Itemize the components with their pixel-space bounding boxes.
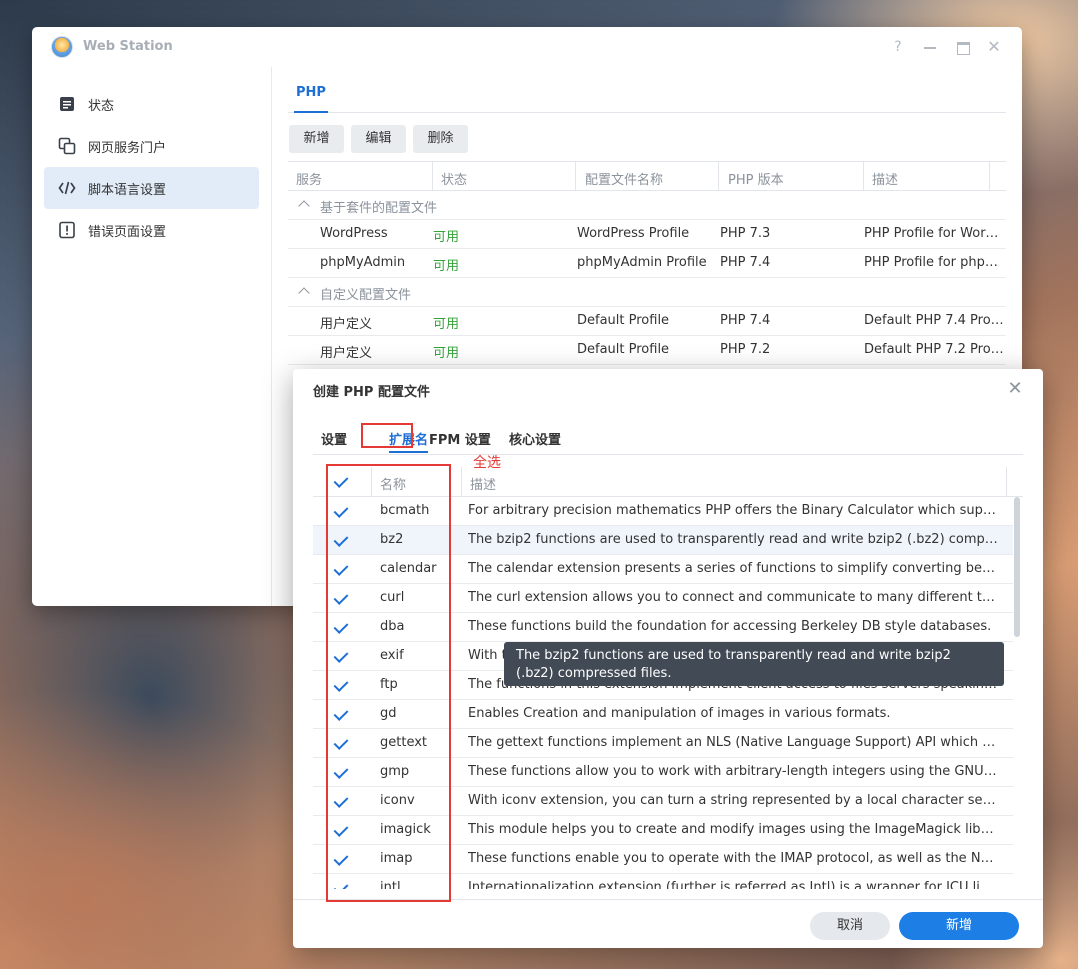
extension-description: Enables Creation and manipulation of ima… — [468, 706, 891, 721]
tab-settings[interactable]: 设置 — [321, 429, 347, 448]
cell-profile-name: phpMyAdmin Profile — [577, 255, 707, 270]
column-header-status[interactable]: 状态 — [441, 169, 467, 188]
sidebar-item-label: 状态 — [88, 99, 115, 114]
extension-description: These functions build the foundation for… — [468, 619, 992, 634]
add-button[interactable]: 新增 — [289, 125, 344, 153]
table-row[interactable]: 用户定义 可用 Default Profile PHP 7.2 Default … — [288, 336, 1006, 365]
annotation-select-all-label: 全选 — [473, 455, 501, 471]
status-list-icon — [60, 97, 74, 111]
sidebar-item-web-portal[interactable]: 网页服务门户 — [44, 125, 259, 167]
cell-status: 可用 — [433, 317, 460, 332]
column-divider — [432, 162, 433, 191]
dialog-footer: 取消 新增 — [293, 899, 1043, 948]
group-label: 基于套件的配置文件 — [320, 201, 438, 216]
group-label: 自定义配置文件 — [320, 288, 412, 303]
cell-profile-name: WordPress Profile — [577, 226, 690, 241]
extension-description: This module helps you to create and modi… — [468, 822, 998, 837]
sidebar-item-label: 错误页面设置 — [88, 225, 167, 240]
sidebar-item-label: 网页服务门户 — [88, 141, 167, 156]
cell-php-version: PHP 7.2 — [720, 342, 771, 357]
annotation-box-extensions-tab — [361, 423, 413, 448]
cell-php-version: PHP 7.4 — [720, 313, 771, 328]
description-tooltip: The bzip2 functions are used to transpar… — [504, 642, 1004, 686]
extension-description: The calendar extension presents a series… — [468, 561, 998, 576]
sidebar-item-error-page[interactable]: 错误页面设置 — [44, 209, 259, 251]
column-divider — [863, 162, 864, 191]
cell-php-version: PHP 7.4 — [720, 255, 771, 270]
tab-fpm-settings[interactable]: FPM 设置 — [429, 429, 491, 448]
tab-php[interactable]: PHP — [294, 85, 328, 113]
edit-button[interactable]: 编辑 — [351, 125, 406, 153]
table-row[interactable]: 用户定义 可用 Default Profile PHP 7.4 Default … — [288, 307, 1006, 336]
table-row[interactable]: phpMyAdmin 可用 phpMyAdmin Profile PHP 7.4… — [288, 249, 1006, 278]
sidebar-item-status[interactable]: 状态 — [44, 83, 259, 125]
cell-status: 可用 — [433, 346, 460, 361]
cell-description: PHP Profile for WordPress — [864, 226, 1004, 241]
column-header-description[interactable]: 描述 — [470, 474, 496, 493]
column-divider — [718, 162, 719, 191]
tab-bar: PHP — [288, 67, 1006, 113]
annotation-box-checkbox-column — [326, 464, 451, 902]
extension-description: The bzip2 functions are used to transpar… — [468, 532, 998, 547]
extension-description: Internationalization extension (further … — [468, 880, 998, 889]
sidebar: 状态 网页服务门户 脚本语言设置 错误页面设置 — [32, 67, 272, 606]
web-station-logo-icon — [51, 36, 73, 58]
cell-description: Default PHP 7.2 Profile — [864, 342, 1004, 357]
column-header-description[interactable]: 描述 — [872, 169, 898, 188]
cell-service: 用户定义 — [320, 317, 373, 332]
scrollbar[interactable] — [1014, 497, 1020, 637]
cell-status: 可用 — [433, 259, 460, 274]
column-divider — [1006, 467, 1007, 496]
cell-description: PHP Profile for phpMyAdmin — [864, 255, 1004, 270]
cell-service: 用户定义 — [320, 346, 373, 361]
column-header-php-version[interactable]: PHP 版本 — [728, 169, 784, 188]
cell-service: WordPress — [320, 226, 388, 241]
extension-description: The curl extension allows you to connect… — [468, 590, 998, 605]
tab-core-settings[interactable]: 核心设置 — [509, 429, 561, 448]
cell-php-version: PHP 7.3 — [720, 226, 771, 241]
create-button[interactable]: 新增 — [899, 912, 1019, 940]
sidebar-item-label: 脚本语言设置 — [88, 183, 167, 198]
error-page-icon — [59, 221, 75, 239]
web-portal-icon — [58, 137, 76, 155]
column-divider — [575, 162, 576, 191]
column-header-service[interactable]: 服务 — [296, 169, 322, 188]
table-row[interactable]: WordPress 可用 WordPress Profile PHP 7.3 P… — [288, 220, 1006, 249]
extension-description: With iconv extension, you can turn a str… — [468, 793, 998, 808]
cell-service: phpMyAdmin — [320, 255, 406, 270]
table-header: 服务 状态 配置文件名称 PHP 版本 描述 — [288, 161, 1006, 191]
column-divider — [461, 467, 462, 496]
chevron-up-icon[interactable] — [298, 287, 310, 299]
cell-profile-name: Default Profile — [577, 313, 670, 328]
column-header-profile-name[interactable]: 配置文件名称 — [585, 169, 663, 188]
extension-description: These functions enable you to operate wi… — [468, 851, 998, 866]
maximize-icon[interactable] — [953, 37, 973, 57]
dialog-title: 创建 PHP 配置文件 — [313, 385, 430, 400]
help-icon[interactable]: ? — [888, 37, 908, 57]
cancel-button[interactable]: 取消 — [810, 912, 890, 940]
extension-description: These functions allow you to work with a… — [468, 764, 998, 779]
delete-button[interactable]: 删除 — [413, 125, 468, 153]
extension-description: For arbitrary precision mathematics PHP … — [468, 503, 998, 518]
group-row-package[interactable]: 基于套件的配置文件 — [288, 191, 1006, 220]
title-bar: Web Station ? ✕ — [32, 27, 1022, 67]
cell-status: 可用 — [433, 230, 460, 245]
code-icon — [58, 181, 76, 195]
dialog-tab-bar: 设置 扩展名 FPM 设置 核心设置 — [313, 421, 1023, 455]
sidebar-item-script-language[interactable]: 脚本语言设置 — [44, 167, 259, 209]
close-icon[interactable]: ✕ — [1005, 379, 1025, 399]
extension-description: The gettext functions implement an NLS (… — [468, 735, 998, 750]
close-icon[interactable]: ✕ — [984, 37, 1004, 57]
window-title: Web Station — [83, 39, 173, 54]
column-divider — [989, 162, 990, 191]
chevron-up-icon[interactable] — [298, 200, 310, 212]
minimize-icon[interactable] — [920, 37, 940, 57]
cell-description: Default PHP 7.4 Profile — [864, 313, 1004, 328]
group-row-custom[interactable]: 自定义配置文件 — [288, 278, 1006, 307]
cell-profile-name: Default Profile — [577, 342, 670, 357]
